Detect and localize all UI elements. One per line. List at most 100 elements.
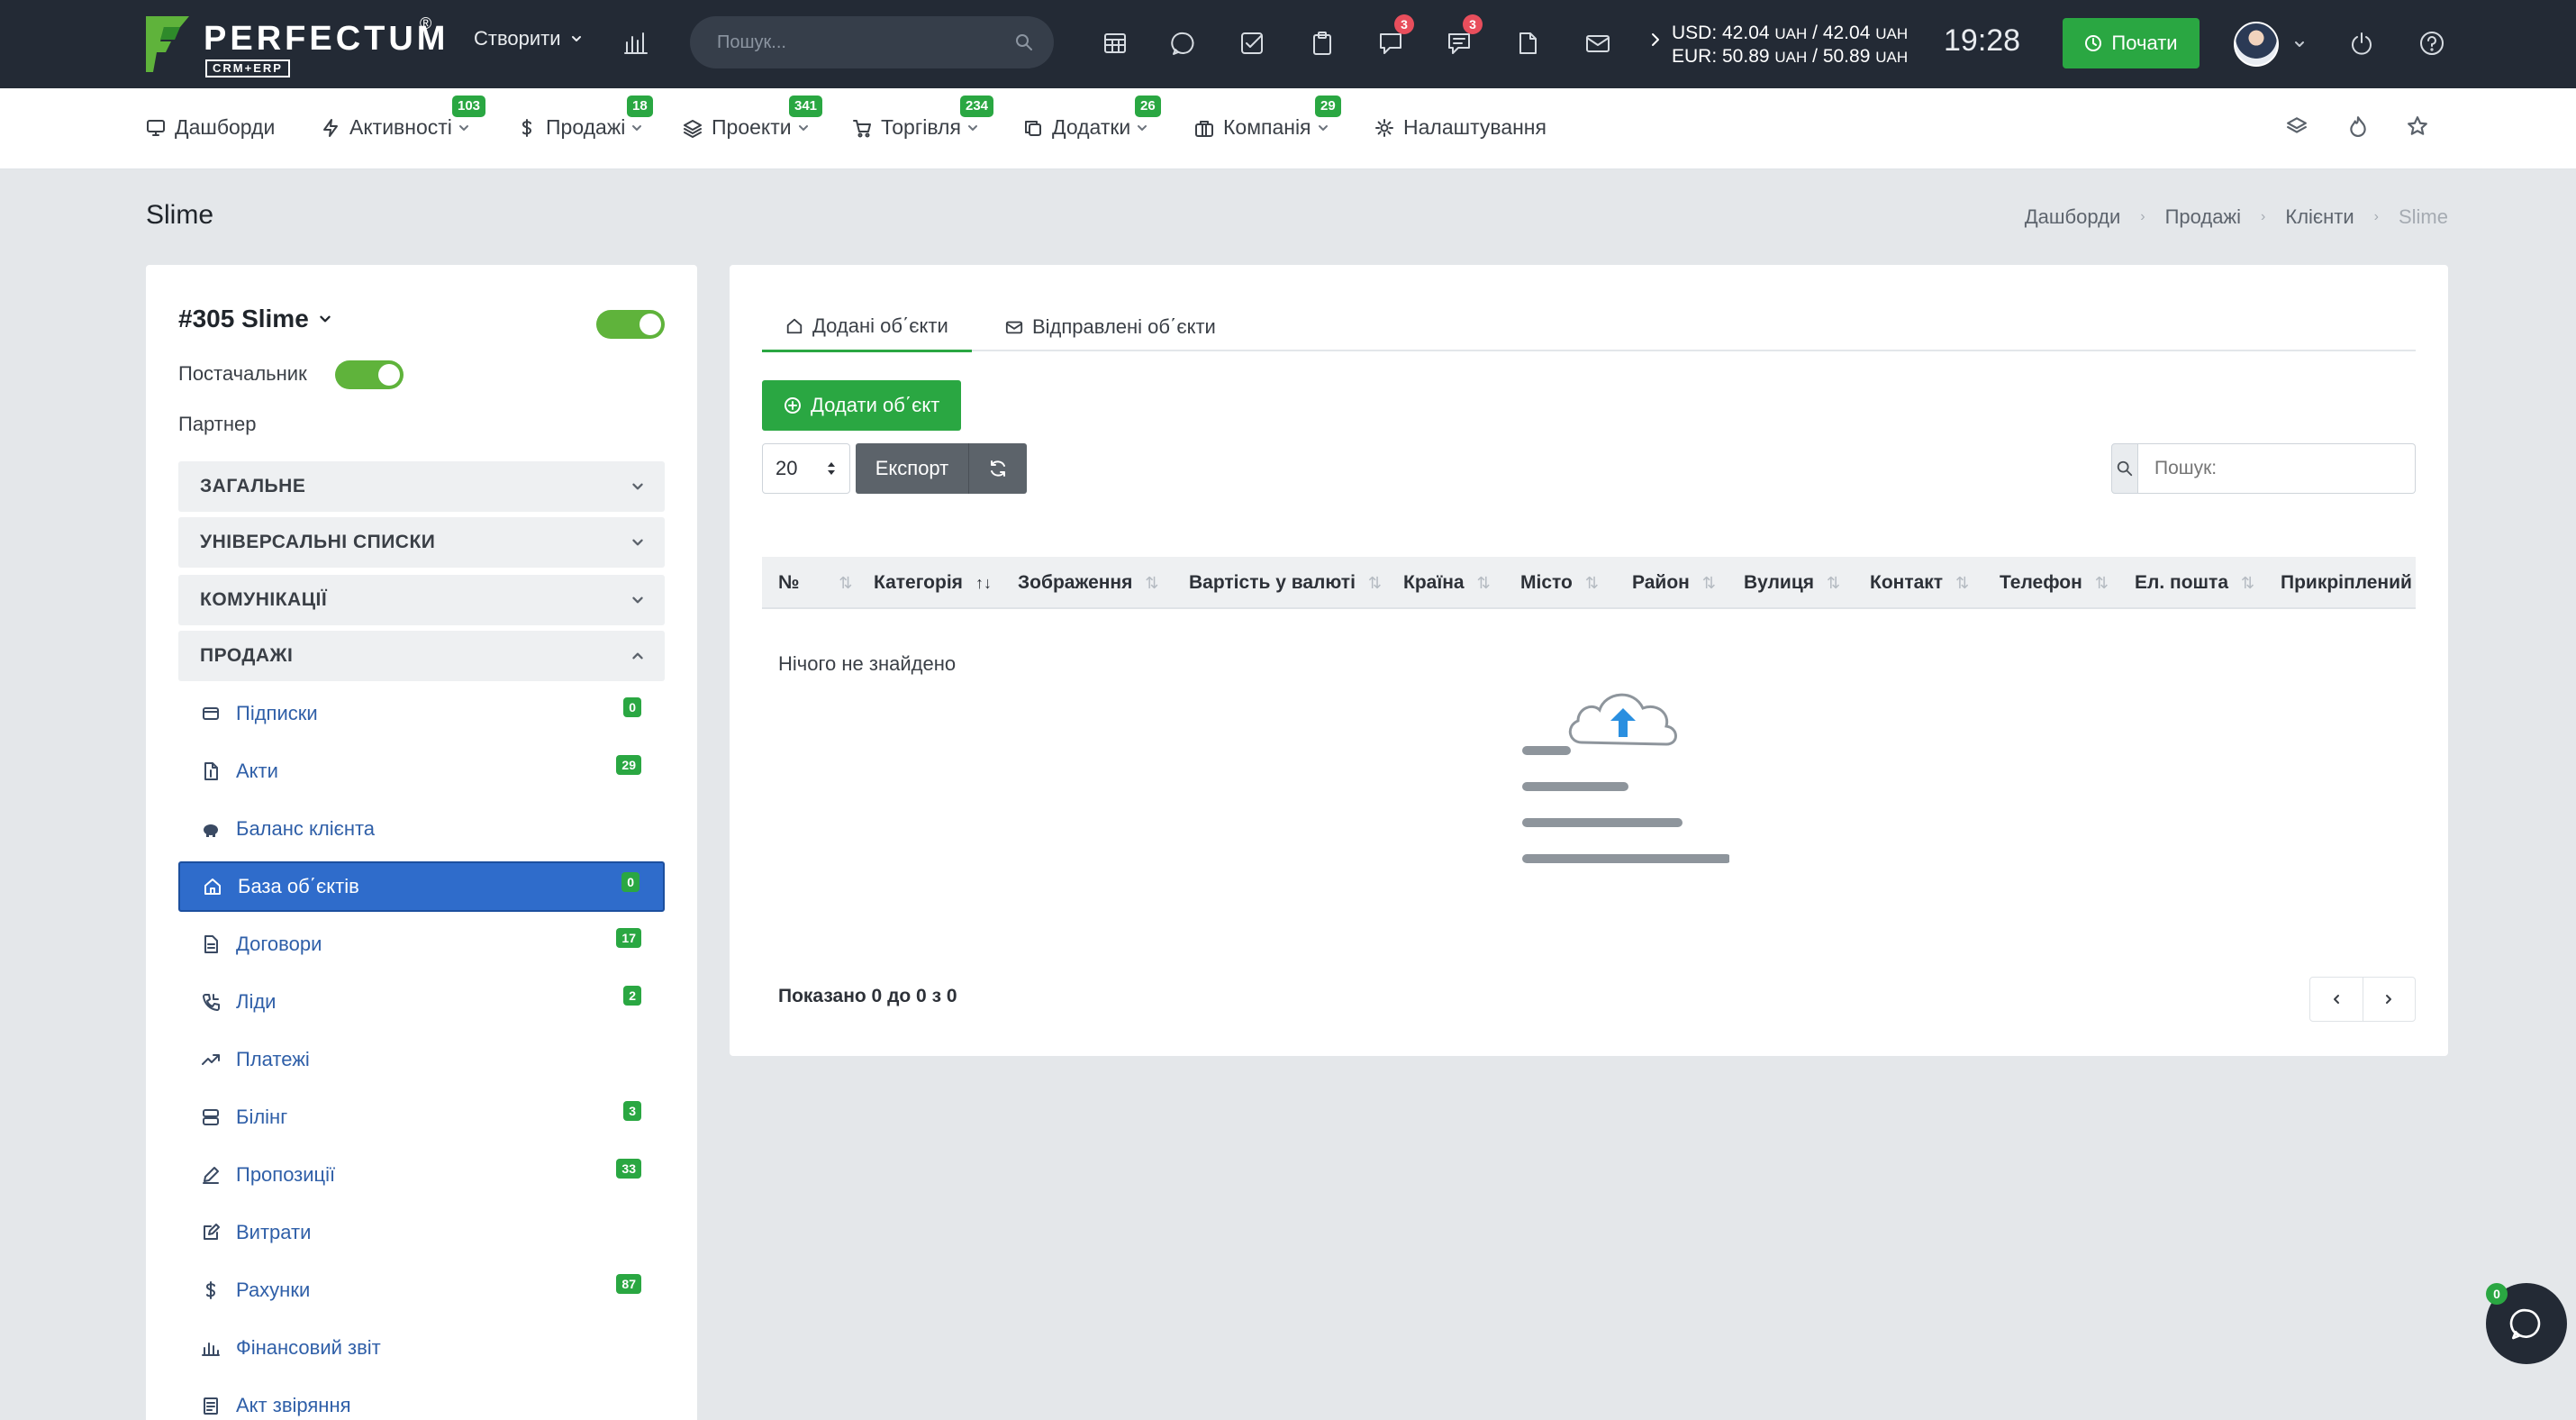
document-icon[interactable] [1510, 25, 1546, 61]
global-search-input[interactable]: Пошук... [690, 16, 1054, 68]
clipboard-icon[interactable] [1304, 25, 1340, 61]
tab-label: Додані об΄єкти [812, 314, 948, 337]
chevron-down-icon [632, 539, 643, 546]
table-search-input[interactable] [2138, 443, 2416, 494]
sidebar-item-label: Витрати [236, 1221, 312, 1243]
export-button[interactable]: Експорт [856, 443, 969, 494]
file-list-icon [200, 1395, 222, 1416]
sidebar-item-contracts[interactable]: Договори 17 [178, 919, 665, 969]
fire-icon[interactable] [2347, 115, 2369, 137]
sidebar-item-leads[interactable]: Ліди 2 [178, 977, 665, 1027]
brand-registered: ® [420, 14, 432, 32]
search-icon [2111, 443, 2138, 494]
breadcrumb-item[interactable]: Клієнти [2285, 205, 2354, 229]
nav-item-settings[interactable]: Налаштування [1374, 115, 1547, 140]
avatar[interactable] [2234, 22, 2279, 67]
nav-item-activities[interactable]: Активності 103 [321, 96, 486, 140]
breadcrumb-current: Slime [2398, 205, 2448, 228]
section-universal-lists[interactable]: УНІВЕРСАЛЬНІ СПИСКИ [178, 517, 665, 568]
section-general[interactable]: ЗАГАЛЬНЕ [178, 461, 665, 512]
next-page-button[interactable] [2363, 978, 2416, 1021]
messages-icon[interactable]: 3 [1441, 14, 1483, 61]
empty-state-text: Нічого не знайдено [778, 652, 957, 675]
column-header[interactable]: Вартість у валюті ⇅ [1189, 557, 1382, 607]
sidebar-item-billing[interactable]: Білінг 3 [178, 1092, 665, 1142]
column-header[interactable]: Прикріплений до [2281, 557, 2416, 607]
nav-item-sales[interactable]: Продажі 18 [517, 96, 653, 140]
start-timer-button[interactable]: Почати [2063, 18, 2200, 68]
sidebar-item-acts[interactable]: Акти 29 [178, 746, 665, 796]
add-object-button[interactable]: Додати об΄єкт [762, 380, 962, 431]
help-icon[interactable] [2414, 25, 2450, 61]
column-header[interactable]: Вулиця ⇅ [1744, 557, 1840, 607]
supplier-toggle[interactable] [335, 360, 404, 389]
chevron-down-icon[interactable] [2293, 38, 2306, 50]
sidebar-item-subscriptions[interactable]: Підписки 0 [178, 688, 665, 739]
add-object-label: Додати об΄єкт [811, 394, 940, 416]
nav-item-projects[interactable]: Проекти 341 [683, 96, 823, 140]
nav-item-trade[interactable]: Торгівля 234 [852, 96, 994, 140]
breadcrumb-item[interactable]: Дашборди [2025, 205, 2120, 229]
server-icon [200, 1106, 222, 1128]
power-icon[interactable] [2344, 25, 2380, 61]
column-header[interactable]: Район ⇅ [1632, 557, 1716, 607]
sidebar-item-payments[interactable]: Платежі [178, 1034, 665, 1085]
sort-icon: ⇅ [1955, 573, 1970, 592]
tab-sent-objects[interactable]: Відправлені об΄єкти [982, 303, 1239, 351]
plus-circle-icon [785, 397, 801, 414]
sort-icon: ⇅ [1584, 573, 1599, 592]
chat-count-badge: 0 [2486, 1283, 2508, 1305]
column-header[interactable]: Телефон ⇅ [2000, 557, 2109, 607]
sidebar-item-expenses[interactable]: Витрати [178, 1207, 665, 1258]
layers-icon[interactable] [2286, 115, 2308, 137]
sidebar-item-object-base[interactable]: База об΄єктів 0 [178, 861, 665, 912]
nav-item-company[interactable]: Компанія 29 [1194, 96, 1341, 140]
logo[interactable]: PERFECTUM ® CRM+ERP [144, 13, 445, 77]
sidebar-item-label: Баланс клієнта [236, 817, 376, 840]
notifications-icon[interactable]: 3 [1373, 14, 1414, 61]
column-header[interactable]: Категорія ↑↓ [874, 557, 992, 607]
eur-rate: EUR: 50.89 UAH / 50.89 UAH [1672, 46, 1909, 67]
star-icon[interactable] [2407, 115, 2428, 137]
sidebar-item-invoices[interactable]: Рахунки 87 [178, 1265, 665, 1315]
column-header[interactable]: Місто ⇅ [1520, 557, 1599, 607]
refresh-icon[interactable] [969, 459, 1027, 478]
sidebar-item-proposals[interactable]: Пропозиції 33 [178, 1150, 665, 1200]
column-header[interactable]: Зображення ⇅ [1018, 557, 1158, 607]
nav-badge: 29 [1315, 96, 1341, 117]
sidebar-item-client-balance[interactable]: Баланс клієнта [178, 804, 665, 854]
client-active-toggle[interactable] [596, 310, 665, 339]
empty-cloud-upload-icon [1522, 693, 1729, 863]
stats-icon[interactable] [618, 25, 654, 61]
breadcrumb-item[interactable]: Продажі [2165, 205, 2241, 229]
chat-button[interactable]: 0 [2486, 1283, 2567, 1364]
messages-badge: 3 [1463, 14, 1483, 34]
section-communications[interactable]: КОМУНІКАЦІЇ [178, 575, 665, 625]
chevron-down-icon [632, 124, 642, 131]
bar-chart-icon [200, 1337, 222, 1359]
column-header[interactable]: Контакт ⇅ [1870, 557, 1970, 607]
create-dropdown[interactable]: Створити [474, 27, 583, 50]
partner-label: Партнер [178, 413, 257, 435]
page-size-select[interactable]: 20 [762, 443, 850, 494]
card-icon [200, 703, 222, 724]
prev-page-button[interactable] [2310, 978, 2363, 1021]
column-header[interactable]: № ⇅ [778, 557, 853, 607]
tab-added-objects[interactable]: Додані об΄єкти [762, 303, 972, 352]
column-header[interactable]: Ел. пошта ⇅ [2135, 557, 2254, 607]
column-header[interactable]: Країна ⇅ [1403, 557, 1491, 607]
client-name-dropdown[interactable]: #305 Slime [178, 305, 332, 333]
chat-bubble-icon[interactable] [1166, 25, 1202, 61]
calendar-table-icon[interactable] [1097, 25, 1133, 61]
nav-item-dashboards[interactable]: Дашборди [146, 115, 275, 140]
nav-item-addons[interactable]: Додатки 26 [1023, 96, 1161, 140]
sidebar-item-financial-report[interactable]: Фінансовий звіт [178, 1323, 665, 1373]
section-sales[interactable]: ПРОДАЖІ [178, 631, 665, 681]
mail-icon[interactable] [1580, 25, 1616, 61]
chevron-right-icon[interactable] [1648, 31, 1663, 49]
tasks-check-icon[interactable] [1234, 25, 1270, 61]
tabs: Додані об΄єкти Відправлені об΄єкти [762, 303, 2416, 352]
chevron-up-icon [632, 652, 643, 660]
table-header: № ⇅ Категорія ↑↓ Зображення ⇅ Вартість у ва… [762, 557, 2416, 609]
sidebar-item-reconciliation[interactable]: Акт звіряння [178, 1380, 665, 1420]
